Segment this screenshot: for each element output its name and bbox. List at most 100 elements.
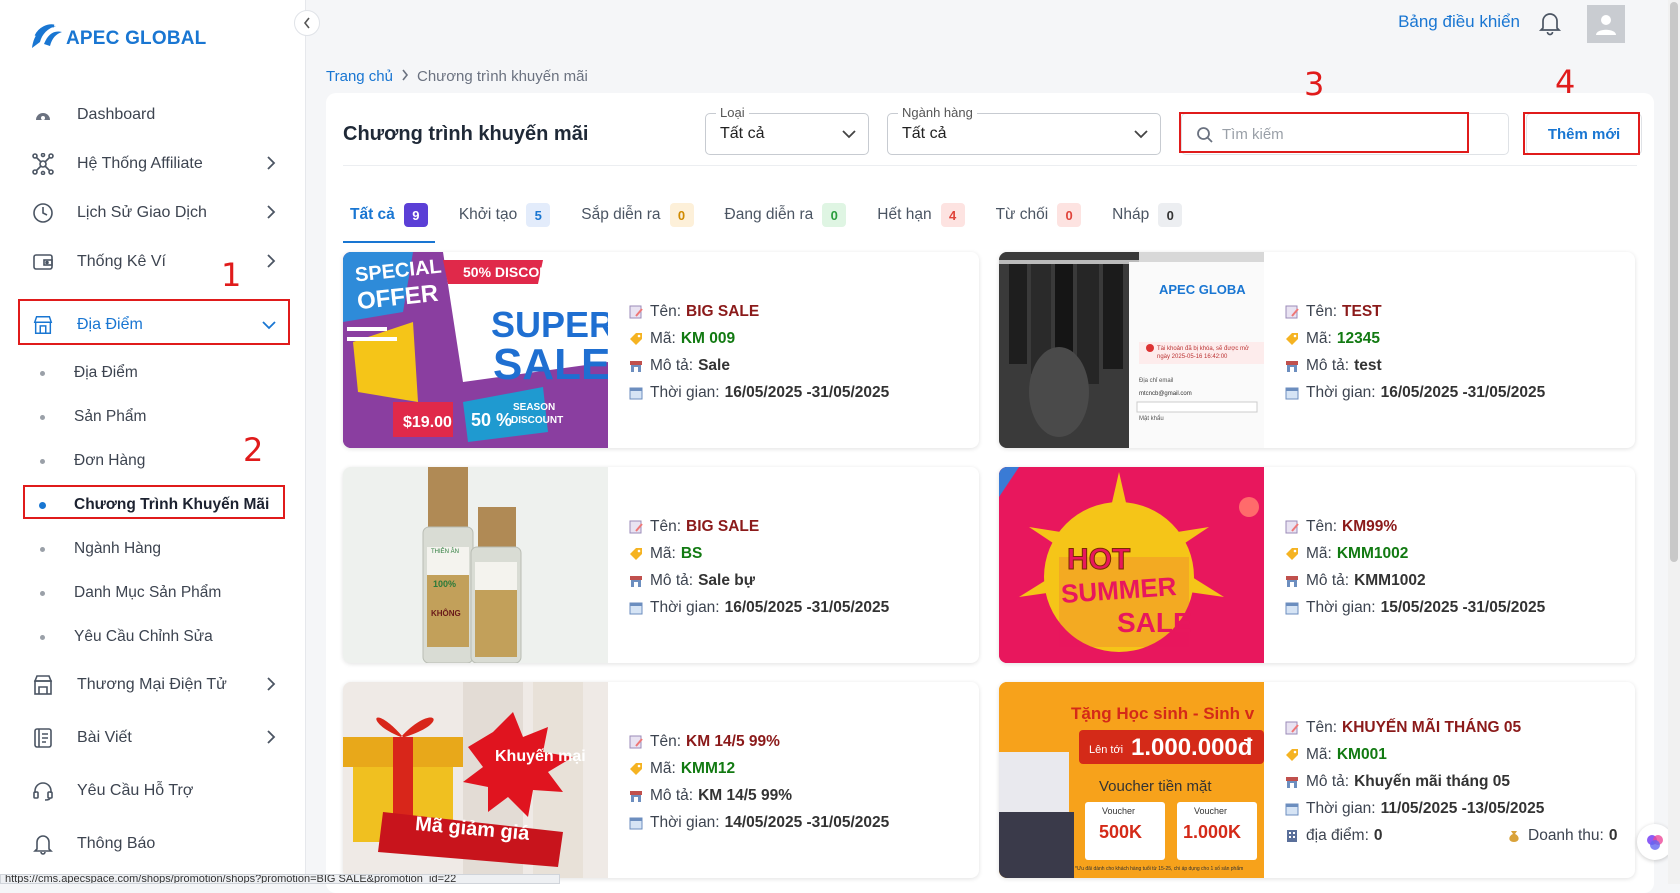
sidebar-item-ecommerce[interactable]: Thương Mại Điện Tử [20,663,288,707]
sidebar-item-articles[interactable]: Bài Viết [20,716,288,760]
tag-icon [1286,547,1298,560]
subitem-locations[interactable]: Địa Điểm [30,355,286,391]
industry-filter-select[interactable]: Ngành hàng Tất cả [887,105,1161,155]
type-filter-value: Tất cả [720,125,765,142]
sidebar-item-label: Thống Kê Ví [77,253,166,270]
subitem-product-categories[interactable]: Danh Mục Sản Phẩm [30,575,286,611]
promotion-name: KM 14/5 99% [686,732,780,750]
assistant-icon [1647,835,1663,850]
subitem-industries[interactable]: Ngành Hàng [30,531,286,567]
tab-upcoming[interactable]: Sắp diễn ra 0 [574,197,700,233]
tab-expired[interactable]: Hết hạn 4 [870,197,971,233]
banner-text: Voucher [1194,806,1228,816]
promotion-code: BS [680,544,703,562]
breadcrumb-home[interactable]: Trang chủ [326,68,393,85]
subitem-edit-requests[interactable]: Yêu Cầu Chỉnh Sửa [30,619,286,655]
apec-logo-icon [32,24,62,48]
promotion-card[interactable]: Tặng Học sinh - Sinh v Lên tới 1.000.000… [999,682,1635,878]
tab-count-badge: 0 [1158,203,1183,227]
highlight-box-1 [18,299,290,345]
page-scrollbar[interactable] [1668,0,1680,884]
banner-text: HOT [1066,543,1131,577]
promotion-code: 12345 [1336,329,1380,347]
subitem-label: Danh Mục Sản Phẩm [74,584,222,601]
banner-text: SEASON [513,402,556,413]
highlight-box-4 [1523,112,1640,155]
sidebar-item-label: Hệ Thống Affiliate [77,155,203,172]
tag-icon [1286,332,1298,345]
sidebar-item-label: Dashboard [77,106,156,123]
highlight-box-3 [1179,112,1469,153]
memo-icon [629,520,643,533]
chevron-right-icon [267,156,276,170]
type-filter-select[interactable]: Loại Tất cả [705,105,869,155]
tab-count-badge: 9 [403,203,428,227]
promotion-banner-image: THIÊN ÂN 100% KHÔNG [343,467,608,663]
sidebar-item-affiliate[interactable]: Hệ Thống Affiliate [20,142,288,186]
notification-bell-icon[interactable] [1538,10,1562,36]
promotion-description: KMM1002 [1354,571,1426,589]
brand-name: APEC GLOBAL [66,28,207,49]
shop-icon [32,674,54,696]
sidebar-item-dashboard[interactable]: Dashboard [20,93,288,137]
banner-text: 50% DISCOUNT [463,264,569,280]
annotation-number-1: 1 [221,256,242,294]
calendar-icon [629,602,643,614]
promotion-time: 16/05/2025 -31/05/2025 [724,383,890,401]
tab-all[interactable]: Tất cả 9 [343,197,435,243]
promotion-card[interactable]: HOT SUMMER SALE Tên: KM99% Mã: KMM1002 Mô … [999,467,1635,663]
scrollbar-thumb[interactable] [1670,2,1678,562]
store-icon [1286,776,1298,788]
subitem-label: Ngành Hàng [74,540,162,557]
user-avatar[interactable] [1587,5,1625,43]
bullet-icon [40,546,45,552]
sidebar-collapse-button[interactable] [294,10,320,36]
memo-icon [1285,520,1299,533]
promotion-info: Tên: BIG SALE Mã: KM 009 Mô tả: Sale Thời g… [628,298,889,406]
promotion-card[interactable]: SPECIAL OFFER 50% DISCOUNT SUPER SALE $1… [343,252,979,448]
browser-status-url: https://cms.apecspace.com/shops/promotio… [0,874,560,884]
annotation-number-2: 2 [243,431,264,469]
promotion-card[interactable]: THIÊN ÂN 100% KHÔNG Tên: BIG SALE Mã: BS M… [343,467,979,663]
banner-text: Voucher [1102,806,1136,816]
tab-count-badge: 0 [822,203,847,227]
promotion-name: BIG SALE [686,302,760,320]
sidebar-item-notifications[interactable]: Thông Báo [20,822,288,866]
breadcrumb: Trang chủ Chương trình khuyến mãi [326,68,588,85]
brand-logo[interactable]: APEC GLOBAL [30,22,206,50]
banner-text: Voucher tiền mặt [1099,778,1212,795]
memo-icon [1285,721,1299,734]
sidebar-item-label: Yêu Cầu Hỗ Trợ [77,782,194,799]
promotion-code: KM 009 [680,329,736,347]
chevron-down-icon [1134,130,1148,139]
tab-draft[interactable]: Nháp 0 [1105,197,1189,233]
sidebar-item-support[interactable]: Yêu Cầu Hỗ Trợ [20,769,288,813]
sidebar-item-transactions[interactable]: Lịch Sử Giao Dịch [20,191,288,235]
subitem-products[interactable]: Sản Phẩm [30,399,286,435]
promotion-card[interactable]: APEC GLOBA Tài khoản đã bị khóa, sẽ được… [999,252,1635,448]
sidebar-item-wallet-stats[interactable]: Thống Kê Ví [20,240,288,284]
promotion-card[interactable]: Khuyến mại Mã giảm giá Tên: KM 14/5 99% M… [343,682,979,878]
chevron-right-icon [267,677,276,691]
tab-count-badge: 0 [669,203,694,227]
dashboard-link[interactable]: Bảng điều khiển [1398,12,1520,32]
promotion-banner-image: Tặng Học sinh - Sinh v Lên tới 1.000.000… [999,682,1264,878]
tab-initialized[interactable]: Khởi tạo 5 [452,197,557,233]
banner-text: THIÊN ÂN [431,549,460,555]
bullet-icon [40,370,45,376]
banner-text: $19.00 [403,414,452,431]
promotion-info: Tên: KM 14/5 99% Mã: KMM12 Mô tả: KM 14/5 9… [628,728,889,836]
banner-text: APEC GLOBA [1159,282,1246,297]
user-icon [1596,15,1616,35]
sidebar-item-label: Bài Viết [77,729,132,746]
store-icon [630,575,642,587]
store-icon [1286,360,1298,372]
banner-text: mtcncb@gmail.com [1139,391,1192,397]
calendar-icon [629,387,643,399]
tab-ongoing[interactable]: Đang diễn ra 0 [718,197,854,233]
tab-rejected[interactable]: Từ chối 0 [989,197,1089,233]
banner-text: Tài khoản đã bị khóa, sẽ được mở [1157,346,1249,352]
promotion-location-count: 0 [1373,826,1383,844]
store-icon [1286,575,1298,587]
promotion-name: KM99% [1342,517,1398,535]
